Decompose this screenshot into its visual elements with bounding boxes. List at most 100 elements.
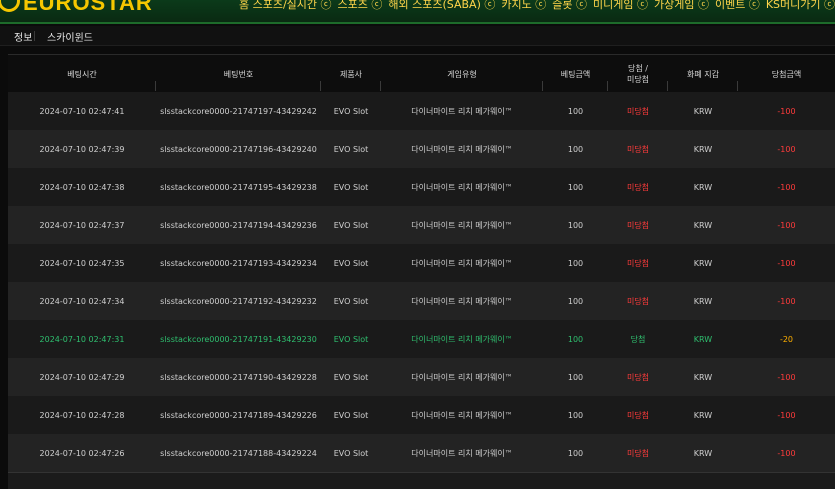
cell-provider: EVO Slot [333, 258, 369, 268]
cell-provider: EVO Slot [333, 144, 369, 154]
table-row: 2024-07-10 02:47:37 slsstackcore0000-2174… [8, 206, 835, 245]
nav-item[interactable]: 해외 스포츠(SABA) ⓒ [388, 0, 495, 11]
table-row: 2024-07-10 02:47:31 slsstackcore0000-2174… [8, 320, 835, 359]
cell-win: -100 [777, 296, 796, 306]
cell-amount: 100 [567, 448, 584, 458]
cell-time: 2024-07-10 02:47:29 [39, 372, 125, 382]
cell-currency: KRW [693, 182, 713, 192]
cell-bet-no: slsstackcore0000-21747193-43429234 [160, 258, 317, 268]
column-header-time: 베팅시간 [8, 55, 156, 93]
cell-result: 미당첨 [626, 220, 650, 230]
cell-bet-no: slsstackcore0000-21747197-43429242 [160, 106, 317, 116]
cell-provider: EVO Slot [333, 372, 369, 382]
table-row: 2024-07-10 02:47:28 slsstackcore0000-2174… [8, 396, 835, 435]
cell-result: 미당첨 [626, 144, 650, 154]
nav-item[interactable]: 가상게임 ⓒ [654, 0, 709, 11]
cell-provider: EVO Slot [333, 182, 369, 192]
nav-item[interactable]: 미니게임 ⓒ [593, 0, 648, 11]
column-header-amount: 베팅금액 [543, 55, 608, 93]
cell-bet-no: slsstackcore0000-21747192-43429232 [160, 296, 317, 306]
column-header-bet-no: 베팅번호 [156, 55, 321, 93]
cell-time: 2024-07-10 02:47:41 [39, 106, 125, 116]
site-logo[interactable]: EUROSTAR [0, 0, 153, 16]
cell-time: 2024-07-10 02:47:38 [39, 182, 125, 192]
cell-amount: 100 [567, 144, 584, 154]
cell-result: 미당첨 [626, 372, 650, 382]
cell-result: 미당첨 [626, 106, 650, 116]
cell-currency: KRW [693, 372, 713, 382]
main-navigation: 홈 스포츠/실시간 ⓒ 스포츠 ⓒ 해외 스포츠(SABA) ⓒ 카지노 ⓒ 슬롯 ⓒ 미… [233, 0, 835, 12]
cell-currency: KRW [693, 106, 713, 116]
table-row: 2024-07-10 02:47:38 slsstackcore0000-2174… [8, 168, 835, 207]
cell-bet-no: slsstackcore0000-21747196-43429240 [160, 144, 317, 154]
table-row: 2024-07-10 02:47:29 slsstackcore0000-2174… [8, 358, 835, 397]
cell-result: 당첨 [630, 334, 646, 344]
cell-game: 다이너마이트 리치 메가웨이™ [411, 448, 513, 458]
cell-provider: EVO Slot [333, 220, 369, 230]
cell-amount: 100 [567, 258, 584, 268]
cell-currency: KRW [693, 410, 713, 420]
cell-amount: 100 [567, 182, 584, 192]
cell-time: 2024-07-10 02:47:28 [39, 410, 125, 420]
tab-info[interactable]: 정보 [14, 29, 32, 44]
nav-item[interactable]: 이벤트 ⓒ [715, 0, 760, 11]
cell-win: -100 [777, 372, 796, 382]
cell-time: 2024-07-10 02:47:35 [39, 258, 125, 268]
cell-provider: EVO Slot [333, 410, 369, 420]
cell-result: 미당첨 [626, 296, 650, 306]
cell-currency: KRW [693, 220, 713, 230]
cell-bet-no: slsstackcore0000-21747188-43429224 [160, 448, 317, 458]
cell-game: 다이너마이트 리치 메가웨이™ [411, 296, 513, 306]
cell-result: 미당첨 [626, 448, 650, 458]
cell-game: 다이너마이트 리치 메가웨이™ [411, 182, 513, 192]
table-row: 2024-07-10 02:47:26 slsstackcore0000-2174… [8, 434, 835, 473]
top-header: EUROSTAR 홈 스포츠/실시간 ⓒ 스포츠 ⓒ 해외 스포츠(SABA) ⓒ 카… [0, 0, 835, 24]
cell-bet-no: slsstackcore0000-21747191-43429230 [160, 334, 317, 344]
cell-win: -100 [777, 448, 796, 458]
cell-amount: 100 [567, 410, 584, 420]
cell-amount: 100 [567, 106, 584, 116]
cell-game: 다이너마이트 리치 메가웨이™ [411, 144, 513, 154]
cell-bet-no: slsstackcore0000-21747189-43429226 [160, 410, 317, 420]
cell-win: -100 [777, 410, 796, 420]
table-row: 2024-07-10 02:47:35 slsstackcore0000-2174… [8, 244, 835, 283]
cell-bet-no: slsstackcore0000-21747194-43429236 [160, 220, 317, 230]
cell-amount: 100 [567, 334, 584, 344]
cell-time: 2024-07-10 02:47:26 [39, 448, 125, 458]
sub-tabs: 정보 스카이윈드 [0, 26, 835, 46]
table-row: 2024-07-10 02:47:39 slsstackcore0000-2174… [8, 130, 835, 169]
cell-win: -20 [779, 334, 794, 344]
cell-currency: KRW [693, 144, 713, 154]
nav-item[interactable]: 스포츠 ⓒ [338, 0, 383, 11]
column-header-provider: 제품사 [321, 55, 381, 93]
cell-amount: 100 [567, 296, 584, 306]
cell-game: 다이너마이트 리치 메가웨이™ [411, 372, 513, 382]
nav-item[interactable]: 슬롯 ⓒ [552, 0, 587, 11]
cell-amount: 100 [567, 372, 584, 382]
nav-item[interactable]: KS머니가기 ⓒ [766, 0, 835, 11]
cell-time: 2024-07-10 02:47:31 [39, 334, 125, 344]
logo-text: EUROSTAR [23, 0, 153, 15]
column-header-currency: 화폐 지갑 [668, 55, 738, 93]
cell-win: -100 [777, 106, 796, 116]
tab-divider [34, 31, 35, 41]
cell-win: -100 [777, 220, 796, 230]
cell-time: 2024-07-10 02:47:34 [39, 296, 125, 306]
nav-item[interactable]: 홈 스포츠/실시간 ⓒ [239, 0, 332, 11]
cell-bet-no: slsstackcore0000-21747190-43429228 [160, 372, 317, 382]
cell-time: 2024-07-10 02:47:39 [39, 144, 125, 154]
logo-icon [0, 0, 20, 12]
cell-game: 다이너마이트 리치 메가웨이™ [411, 410, 513, 420]
cell-result: 미당첨 [626, 258, 650, 268]
nav-item[interactable]: 카지노 ⓒ [501, 0, 546, 11]
cell-game: 다이너마이트 리치 메가웨이™ [411, 220, 513, 230]
cell-result: 미당첨 [626, 182, 650, 192]
cell-provider: EVO Slot [333, 296, 369, 306]
cell-game: 다이너마이트 리치 메가웨이™ [411, 334, 513, 344]
cell-win: -100 [777, 258, 796, 268]
column-header-result: 당첨 / 미당첨 [608, 55, 668, 93]
cell-game: 다이너마이트 리치 메가웨이™ [411, 258, 513, 268]
tab-skywind[interactable]: 스카이윈드 [47, 29, 93, 44]
cell-provider: EVO Slot [333, 334, 369, 344]
column-header-win: 당첨금액 [771, 69, 802, 79]
